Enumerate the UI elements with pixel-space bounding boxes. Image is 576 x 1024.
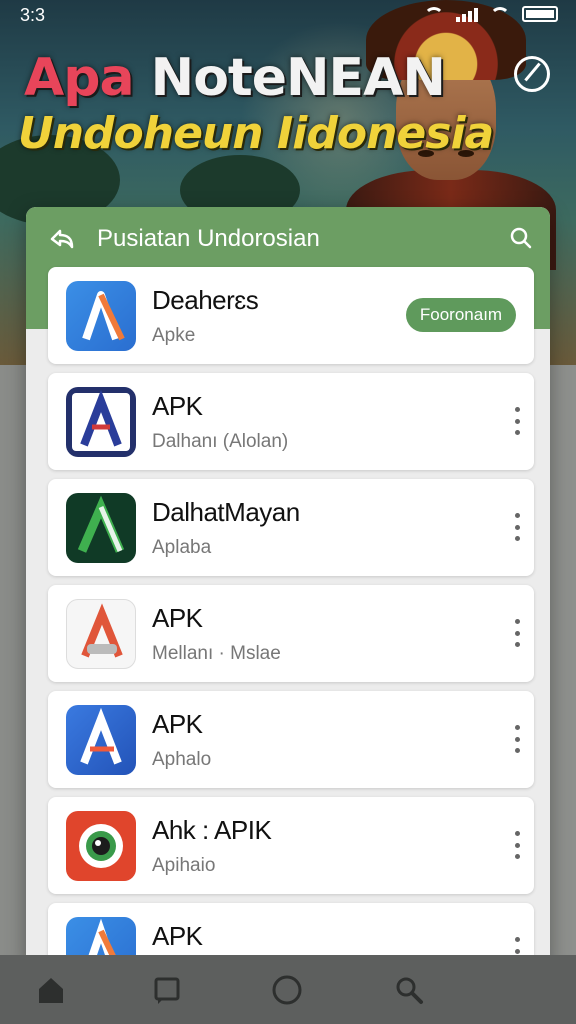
app-name: Ahk : APIK — [152, 815, 272, 845]
app-a-icon-white — [66, 599, 136, 669]
app-name: APK — [152, 391, 203, 421]
app-subtitle: Mellanı · Mslae — [152, 643, 281, 664]
circle-icon[interactable] — [270, 973, 304, 1007]
status-time: 3:3 — [20, 5, 46, 25]
square-icon[interactable] — [150, 973, 184, 1007]
app-name: APK — [152, 709, 203, 739]
app-list: Deaherɛs Apke Fooronaım APK Dalhanı (Alo… — [48, 267, 534, 967]
app-list-card: Pusiatan Undorosian Deaherɛs Apke Fooron… — [26, 207, 550, 967]
wifi-icon — [490, 7, 510, 21]
app-a-icon-navy — [66, 387, 136, 457]
banner-title-accent: Apa — [24, 48, 135, 108]
list-item[interactable]: DalhatMayan Aplaba — [48, 479, 534, 576]
card-title: Pusiatan Undorosian — [97, 225, 320, 252]
app-a-icon-blue — [66, 281, 136, 351]
app-a-icon-green — [66, 493, 136, 563]
background-right — [546, 365, 576, 955]
share-icon[interactable] — [48, 225, 76, 253]
app-subtitle: Apihaio — [152, 855, 216, 876]
compass-icon[interactable] — [514, 56, 550, 92]
install-button[interactable]: Fooronaım — [406, 298, 516, 332]
more-options-icon[interactable] — [512, 407, 522, 435]
app-name: APK — [152, 603, 203, 633]
more-options-icon[interactable] — [512, 725, 522, 753]
status-icons — [424, 6, 558, 22]
home-icon[interactable] — [34, 973, 68, 1007]
battery-icon — [522, 6, 558, 22]
app-name: APK — [152, 921, 203, 951]
app-subtitle: Aplaba — [152, 537, 212, 558]
more-options-icon[interactable] — [512, 831, 522, 859]
app-subtitle: Aphalo — [152, 749, 212, 770]
list-item[interactable]: Deaherɛs Apke Fooronaım — [48, 267, 534, 364]
list-item[interactable]: APK Aphalo — [48, 691, 534, 788]
app-subtitle: Apke — [152, 325, 196, 346]
search-icon[interactable] — [392, 973, 426, 1007]
search-icon[interactable] — [510, 227, 532, 249]
banner-title-line2: Undoheun Iidonesia — [18, 108, 494, 159]
list-item[interactable]: Ahk : APIK Apihaio — [48, 797, 534, 894]
status-bar: 3:3 — [0, 0, 576, 34]
wifi-icon — [424, 7, 444, 21]
app-camera-icon — [66, 811, 136, 881]
list-item[interactable]: APK Dalhanı (Alolan) — [48, 373, 534, 470]
more-options-icon[interactable] — [512, 513, 522, 541]
app-name: DalhatMayan — [152, 497, 300, 527]
app-a-icon-blue — [66, 705, 136, 775]
banner-title-rest: NoteNEAN — [150, 48, 446, 108]
app-subtitle: Dalhanı (Alolan) — [152, 431, 289, 452]
signal-icon — [456, 6, 478, 22]
list-item[interactable]: APK Mellanı · Mslae — [48, 585, 534, 682]
bottom-nav-bar — [0, 955, 576, 1024]
banner-title-line1: Apa NoteNEAN — [24, 48, 446, 108]
more-options-icon[interactable] — [512, 619, 522, 647]
app-name: Deaherɛs — [152, 285, 259, 315]
